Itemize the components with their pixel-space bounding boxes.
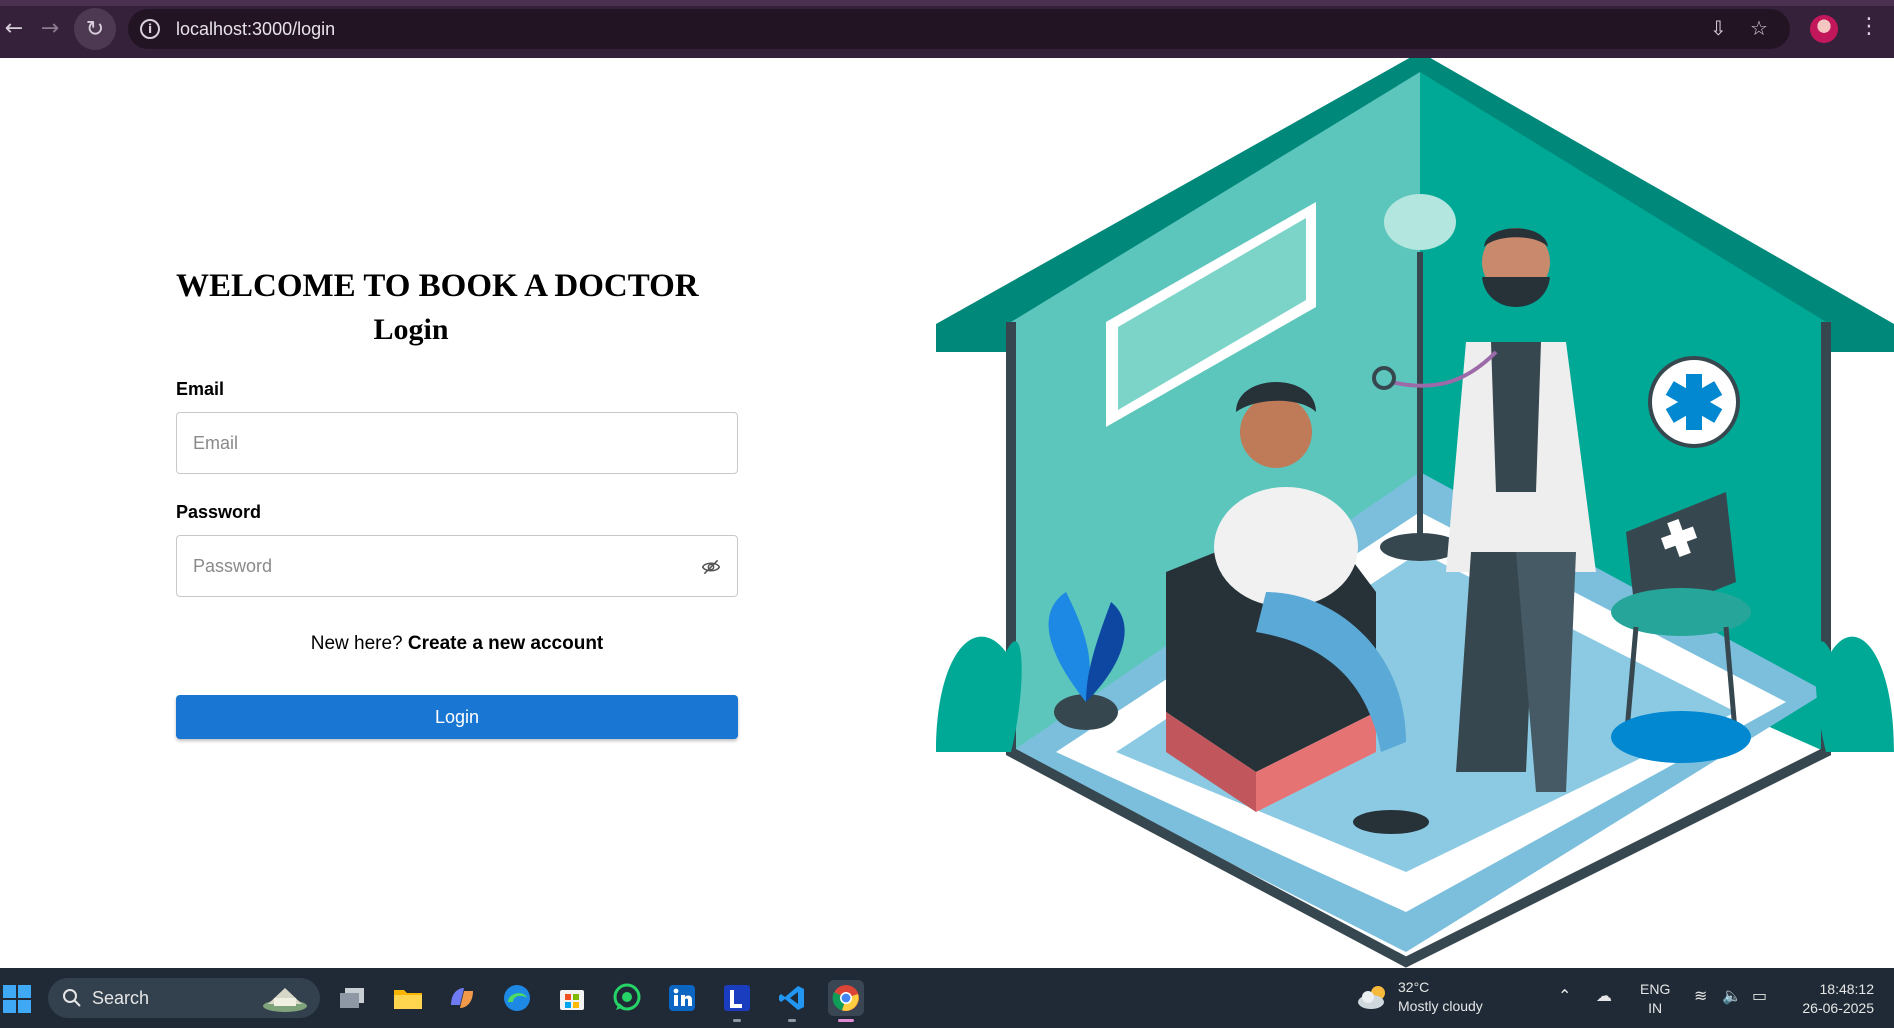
region-code: IN [1648,1000,1663,1016]
login-button[interactable]: Login [176,695,738,739]
signup-prefix: New here? [310,633,403,654]
windows-taskbar: Search 32°C Mostly cloudy ⌃ ☁ ENG IN ≋ 🔈… [0,968,1894,1028]
running-indicator [733,1019,741,1022]
lang-code: ENG [1640,981,1671,997]
file-explorer-icon[interactable] [390,980,426,1016]
login-title: Login [373,313,449,346]
email-field[interactable] [177,413,737,473]
password-field-wrapper [176,535,738,597]
volume-icon[interactable]: 🔈 [1722,986,1742,1005]
vscode-icon[interactable] [774,980,810,1022]
password-label: Password [176,502,262,522]
weather-desc: Mostly cloudy [1398,998,1483,1014]
toggle-visibility-icon[interactable] [701,557,721,577]
weather-widget[interactable]: 32°C Mostly cloudy [1356,978,1483,1016]
weather-temp: 32°C [1398,979,1430,995]
doctor-house-illustration [936,58,1894,968]
language-indicator[interactable]: ENG IN [1640,980,1670,1018]
clock-time: 18:48:12 [1819,981,1875,997]
address-bar[interactable]: i localhost:3000/login [128,9,1790,49]
password-field[interactable] [177,536,737,596]
install-app-icon[interactable]: ⇩ [1710,16,1727,40]
profile-avatar[interactable] [1810,15,1838,43]
taskbar-search[interactable]: Search [48,978,320,1018]
email-label: Email [176,379,225,399]
bookmark-star-icon[interactable]: ☆ [1750,16,1768,40]
copilot-icon[interactable] [444,980,480,1016]
browser-menu-icon[interactable]: ⋮ [1858,14,1880,39]
edge-icon[interactable] [499,980,535,1016]
page-content: WELCOME TO BOOK A DOCTOR Login Email Pas… [0,58,1894,968]
reload-icon[interactable]: ↻ [74,8,116,50]
wifi-icon[interactable]: ≋ [1694,986,1707,1005]
site-info-icon[interactable]: i [140,19,160,39]
email-field-wrapper [176,412,738,474]
chrome-icon[interactable] [828,980,864,1022]
battery-icon[interactable]: ▭ [1752,986,1767,1005]
search-highlight-icon [263,988,307,1012]
search-icon [63,989,81,1007]
welcome-heading: WELCOME TO BOOK A DOCTOR [176,268,699,304]
chevron-up-icon[interactable]: ⌃ [1558,986,1571,1005]
active-indicator [838,1019,854,1022]
forward-icon[interactable]: → [30,10,70,46]
microsoft-store-icon[interactable] [554,980,590,1016]
browser-toolbar: ← → ↻ i localhost:3000/login ⇩ ☆ ⋮ [0,0,1894,58]
windows-start-icon[interactable] [2,984,32,1014]
login-form: WELCOME TO BOOK A DOCTOR Login Email Pas… [176,268,738,739]
clock-date: 26-06-2025 [1802,1000,1874,1016]
cloud-sun-icon [1358,986,1385,1009]
task-view-icon[interactable] [334,980,370,1016]
whatsapp-icon[interactable] [609,980,645,1016]
l-app-icon[interactable] [719,980,755,1022]
back-icon[interactable]: ← [0,10,34,46]
onedrive-cloud-icon[interactable]: ☁ [1596,986,1612,1005]
tab-strip-edge [0,0,1894,6]
address-url[interactable]: localhost:3000/login [176,19,335,40]
running-indicator [788,1019,796,1022]
create-account-link[interactable]: Create a new account [408,633,603,654]
linkedin-icon[interactable] [664,980,700,1016]
search-placeholder: Search [92,987,150,1008]
system-clock[interactable]: 18:48:12 26-06-2025 [1790,980,1874,1018]
signup-prompt: New here? Create a new account [176,633,738,655]
